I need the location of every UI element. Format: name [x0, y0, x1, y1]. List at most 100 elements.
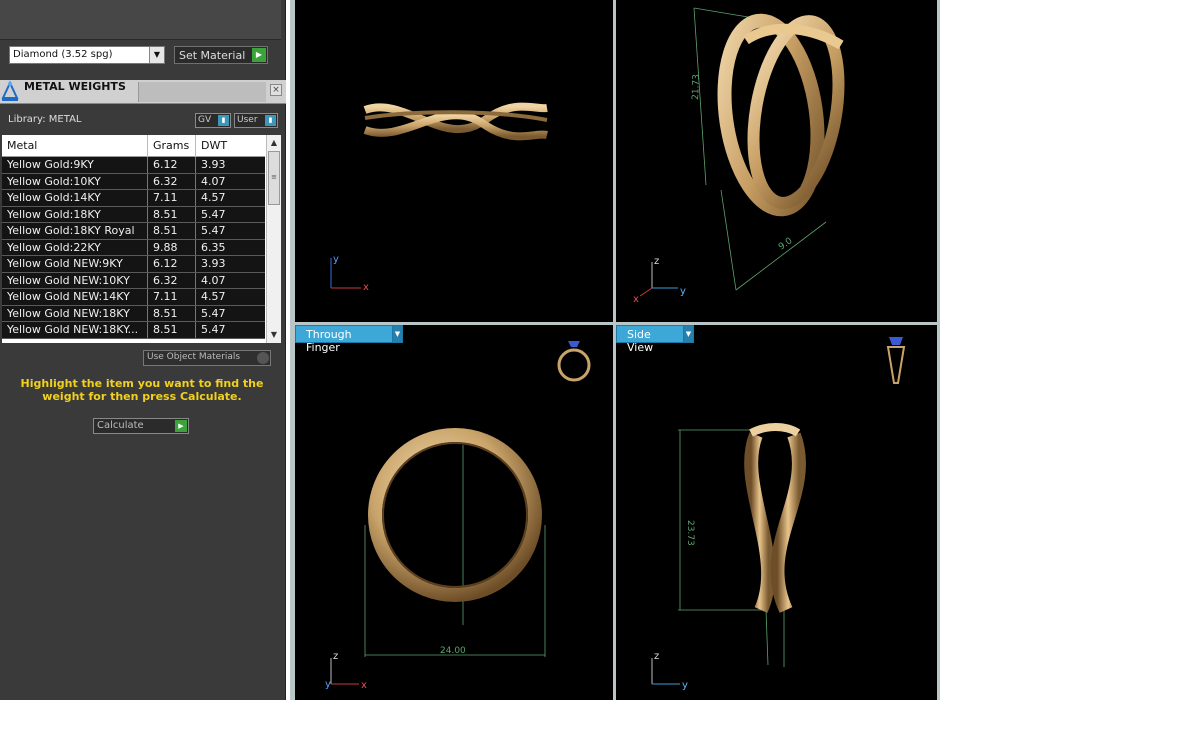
gv-toggle[interactable]: GV ▮ — [195, 113, 231, 128]
viewport-perspective[interactable]: 21.73 9.0 z y x — [616, 0, 937, 322]
column-header-metal[interactable]: Metal — [7, 139, 37, 152]
table-row[interactable]: Yellow Gold NEW:14KY 7.11 4.57 — [2, 289, 265, 306]
info-icon: ▮ — [218, 115, 229, 126]
set-material-button[interactable]: Set Material ▶ — [174, 46, 268, 64]
table-row[interactable]: Yellow Gold:14KY 7.11 4.57 — [2, 190, 265, 207]
scroll-thumb[interactable]: ≡ — [268, 151, 280, 205]
cell-metal: Yellow Gold:14KY — [7, 191, 101, 204]
table-row[interactable]: Yellow Gold NEW:18KY... 8.51 5.47 — [2, 322, 265, 339]
viewport-grid: y x 21.73 9.0 z y x 24.00 z y x Through … — [290, 0, 940, 700]
column-divider — [195, 239, 196, 255]
svg-text:24.00: 24.00 — [440, 646, 466, 656]
ring-side-view: 23.73 z y — [651, 337, 906, 691]
svg-text:z: z — [333, 651, 338, 662]
user-label: User — [237, 115, 258, 125]
user-toggle[interactable]: User ▮ — [234, 113, 278, 128]
calculate-button[interactable]: Calculate ▶ — [93, 418, 189, 434]
cell-grams: 6.32 — [153, 273, 178, 287]
column-divider — [195, 289, 196, 305]
table-row[interactable]: Yellow Gold NEW:9KY 6.12 3.93 — [2, 256, 265, 273]
column-divider — [195, 223, 196, 239]
table-row[interactable]: Yellow Gold NEW:10KY 6.32 4.07 — [2, 272, 265, 289]
viewport-through-finger[interactable]: 24.00 z y x Through Finger ▼ — [295, 325, 613, 700]
use-object-materials-button[interactable]: Use Object Materials — [143, 350, 271, 366]
cell-metal: Yellow Gold NEW:14KY — [7, 290, 130, 303]
hint-text: Highlight the item you want to find the … — [20, 377, 264, 403]
svg-text:y: y — [333, 254, 339, 265]
metal-table: Metal Grams DWT Yellow Gold:9KY 6.12 3.93 Y… — [2, 135, 281, 343]
scroll-down-icon[interactable]: ▼ — [267, 328, 281, 342]
column-divider — [147, 239, 148, 255]
cell-metal: Yellow Gold:18KY — [7, 207, 101, 221]
column-divider — [195, 305, 196, 321]
cell-grams: 7.11 — [153, 191, 178, 204]
ring-thumbnail-icon — [557, 341, 591, 382]
cell-metal: Yellow Gold NEW:18KY — [7, 306, 130, 320]
table-row[interactable]: Yellow Gold NEW:18KY 8.51 5.47 — [2, 305, 265, 322]
cell-metal: Yellow Gold:9KY — [7, 158, 94, 171]
svg-text:x: x — [361, 680, 367, 691]
view-select-through-finger[interactable]: Through Finger ▼ — [295, 325, 403, 354]
cell-grams: 8.51 — [153, 323, 178, 336]
calculate-label: Calculate — [97, 420, 144, 431]
ring-front-view: 24.00 z y x — [325, 341, 591, 691]
column-divider — [195, 135, 196, 157]
table-row[interactable]: Yellow Gold:9KY 6.12 3.93 — [2, 157, 265, 174]
column-divider — [195, 206, 196, 222]
cell-grams: 8.51 — [153, 224, 178, 237]
view-select-side-view[interactable]: Side View ▼ — [616, 325, 694, 354]
view-tab-label: Side View — [627, 328, 654, 354]
cell-dwt: 3.93 — [201, 257, 226, 270]
cell-dwt: 6.35 — [201, 240, 226, 254]
column-divider — [147, 272, 148, 288]
column-divider — [195, 322, 196, 338]
set-material-label: Set Material — [179, 49, 246, 62]
cell-grams: 7.11 — [153, 290, 178, 303]
column-header-dwt[interactable]: DWT — [201, 139, 227, 152]
cell-metal: Yellow Gold:10KY — [7, 174, 101, 188]
table-row[interactable]: Yellow Gold:22KY 9.88 6.35 — [2, 239, 265, 256]
scroll-up-icon[interactable]: ▲ — [267, 136, 281, 150]
cell-dwt: 4.07 — [201, 273, 226, 287]
cell-dwt: 4.57 — [201, 290, 226, 303]
column-header-grams[interactable]: Grams — [153, 139, 189, 152]
svg-text:z: z — [654, 651, 659, 662]
chevron-down-icon[interactable]: ▼ — [392, 325, 403, 343]
viewport-side[interactable]: 23.73 z y Side View ▼ — [616, 325, 937, 700]
gv-label: GV — [198, 115, 212, 125]
svg-text:21.73: 21.73 — [691, 74, 702, 100]
toggle-icon — [257, 352, 269, 364]
cell-dwt: 5.47 — [201, 207, 226, 221]
svg-text:y: y — [680, 286, 686, 297]
cell-grams: 6.12 — [153, 158, 178, 171]
svg-text:9.0: 9.0 — [777, 236, 795, 253]
table-row[interactable]: Yellow Gold:18KY 8.51 5.47 — [2, 206, 265, 223]
cell-grams: 6.32 — [153, 174, 178, 188]
panel-top-bar — [0, 0, 281, 40]
material-select-value: Diamond (3.52 spg) — [13, 49, 113, 60]
info-icon: ▮ — [265, 115, 276, 126]
scale-icon — [1, 80, 19, 101]
close-icon[interactable]: × — [270, 84, 282, 96]
table-body: Yellow Gold:9KY 6.12 3.93 Yellow Gold:10KY 6… — [2, 157, 265, 339]
viewport-top[interactable]: y x — [295, 0, 613, 322]
play-arrow-icon: ▶ — [252, 48, 266, 62]
column-divider — [195, 190, 196, 206]
cell-metal: Yellow Gold NEW:10KY — [7, 273, 130, 287]
chevron-down-icon[interactable]: ▼ — [683, 325, 694, 343]
column-divider — [195, 256, 196, 272]
column-divider — [147, 322, 148, 338]
use-object-materials-label: Use Object Materials — [147, 352, 241, 362]
table-row[interactable]: Yellow Gold:18KY Royal 8.51 5.47 — [2, 223, 265, 240]
column-divider — [147, 157, 148, 173]
material-select[interactable]: Diamond (3.52 spg) ▼ — [9, 46, 165, 64]
table-row[interactable]: Yellow Gold:10KY 6.32 4.07 — [2, 173, 265, 190]
chevron-down-icon[interactable]: ▼ — [149, 47, 164, 63]
svg-text:23.73: 23.73 — [685, 520, 695, 546]
play-arrow-icon: ▶ — [175, 420, 187, 432]
table-header: Metal Grams DWT — [2, 135, 265, 157]
table-scrollbar[interactable]: ▲ ≡ ▼ — [266, 135, 281, 343]
column-divider — [195, 173, 196, 189]
cell-dwt: 3.93 — [201, 158, 226, 171]
metal-weights-title: METAL WEIGHTS — [24, 80, 126, 93]
